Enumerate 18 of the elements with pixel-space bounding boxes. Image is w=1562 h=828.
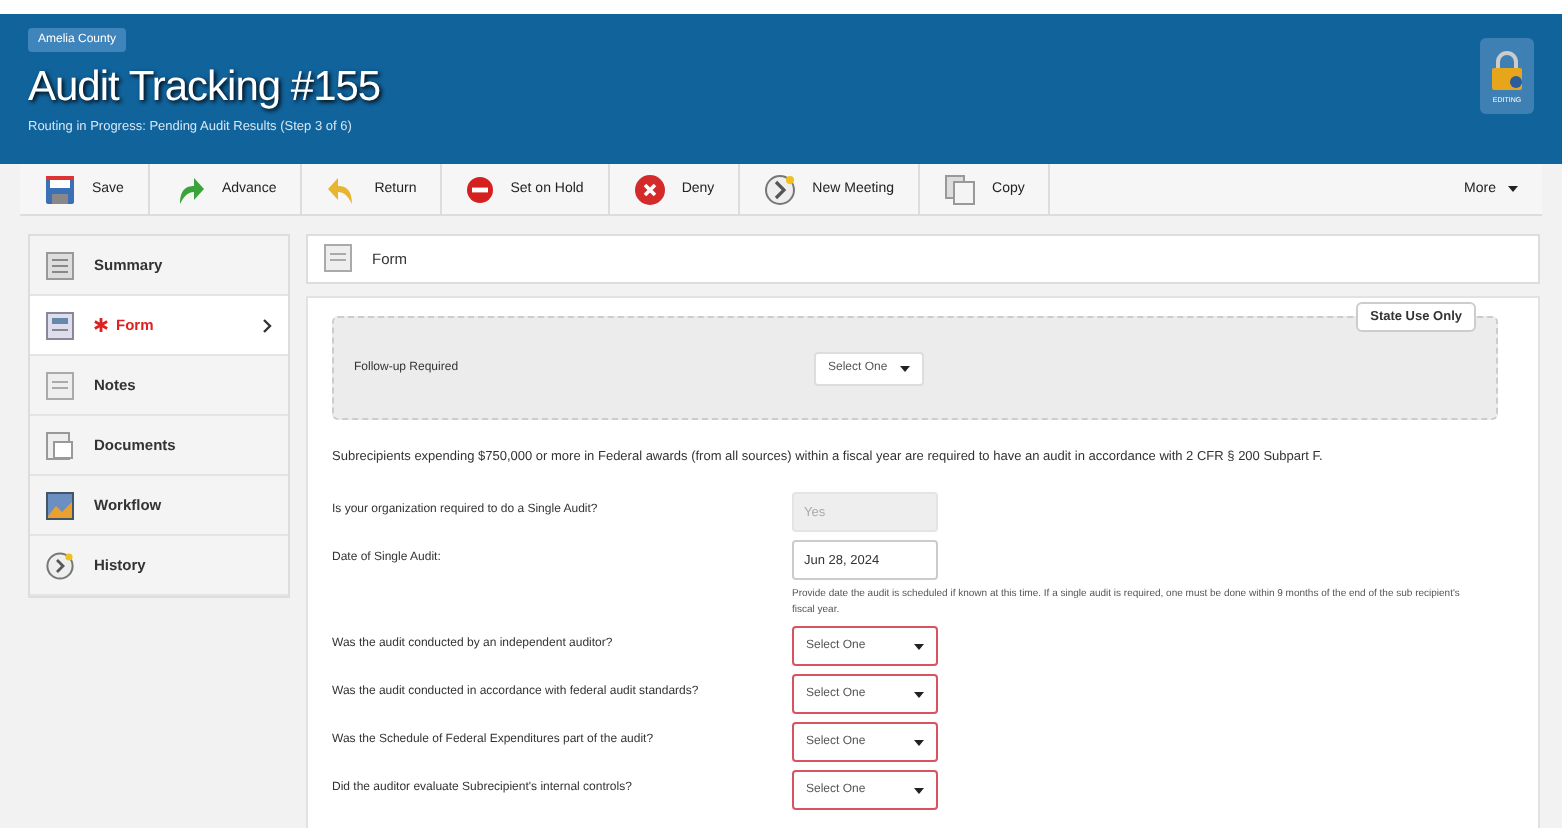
note-icon	[46, 371, 74, 399]
note-icon	[324, 243, 352, 275]
caret-icon	[1508, 186, 1518, 192]
documents-icon	[46, 431, 74, 459]
copy-icon	[944, 173, 977, 205]
caret-icon	[914, 691, 924, 697]
caret-icon	[914, 643, 924, 649]
x-circle-icon	[633, 173, 666, 205]
stop-icon	[466, 175, 495, 203]
caret-icon	[900, 365, 910, 371]
chevron-icon	[262, 317, 272, 333]
document-icon	[46, 251, 74, 279]
form-icon	[46, 311, 74, 339]
padlock-icon	[1490, 49, 1524, 89]
page-title: Audit Tracking #155	[28, 64, 381, 112]
caret-icon	[914, 739, 924, 745]
caret-icon	[914, 787, 924, 793]
picture-icon	[46, 491, 74, 519]
